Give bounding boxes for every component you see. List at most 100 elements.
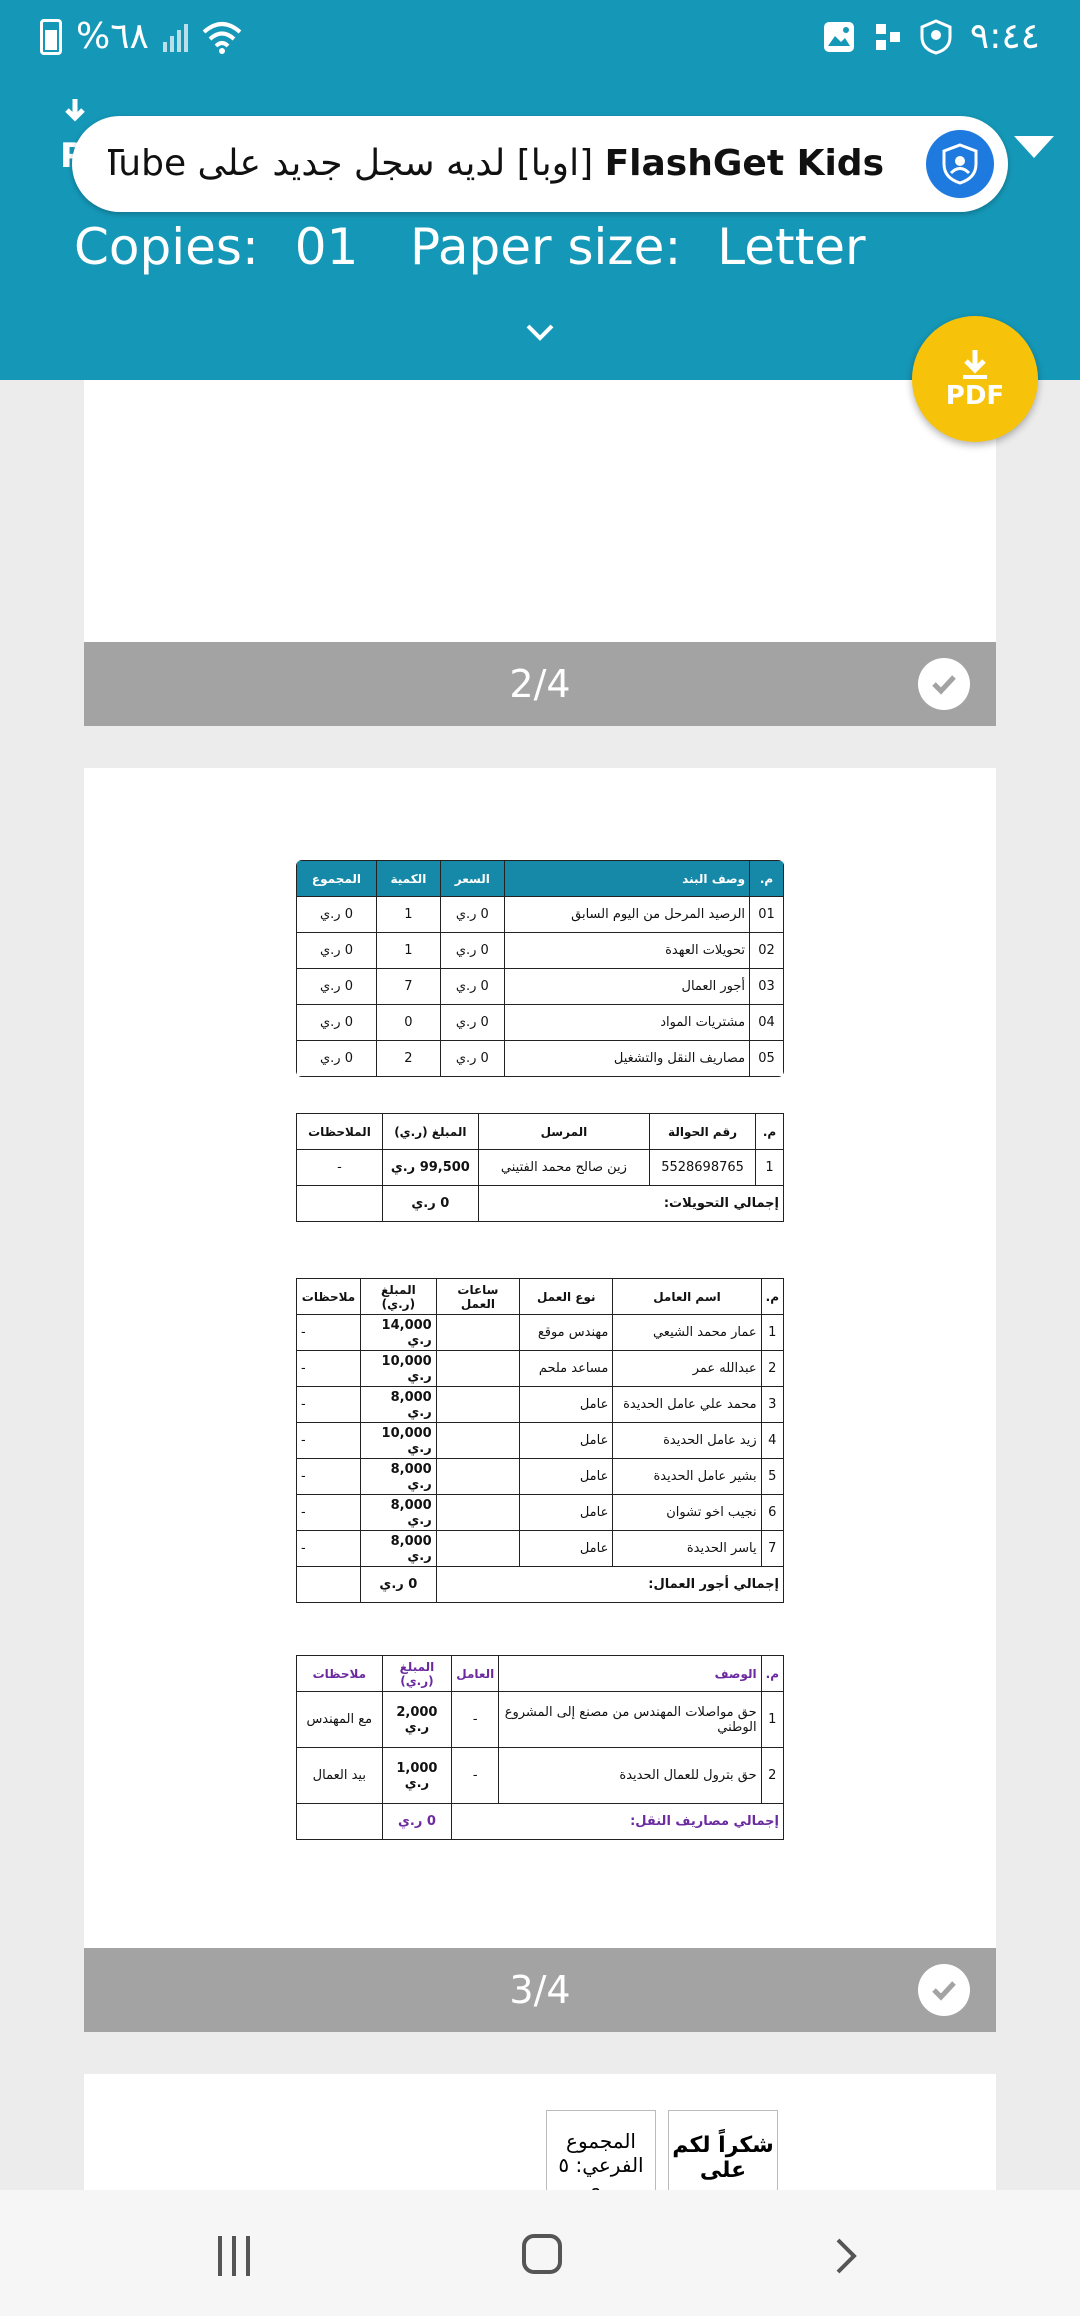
table-cell: عامل [519,1422,614,1459]
checkmark-icon[interactable] [918,1964,970,2016]
table-cell: 10,000 ر.ي [360,1422,437,1459]
table-row: 01 الرصيد المرحل من اليوم السابق 0 ر.ي 1 0 ر… [296,896,784,933]
checkmark-icon[interactable] [918,658,970,710]
page-preview-2[interactable] [84,380,996,642]
page-number-2: 2/4 [509,662,571,706]
table-row: 03 أجور العمال 0 ر.ي 7 0 ر.ي [296,968,784,1005]
table-cell: 8,000 ر.ي [360,1386,437,1423]
table-cell: 5 [760,1458,785,1495]
table-header: م. [749,860,784,897]
chevron-down-icon[interactable] [1014,136,1054,158]
table-cell: نجيب اخو تشوان [612,1494,762,1531]
table-cell: 99,500 ر.ي [381,1149,479,1186]
table-cell: - [451,1747,500,1804]
thanks-box: شكراً لكم على [668,2110,778,2190]
table-cell: 7 [760,1530,785,1567]
download-pdf-button[interactable]: PDF [912,316,1038,442]
table-cell: عامل [519,1386,614,1423]
table-header: م. [760,1655,785,1692]
clock: ٩:٤٤ [969,16,1040,57]
table-cell [435,1530,521,1567]
table-row: 2 عبدالله عمر مساعد ملحم 10,000 ر.ي - [295,1350,785,1387]
table-header: رقم الحوالة [649,1113,757,1150]
table-cell: - [296,1149,383,1186]
expand-options-icon[interactable] [522,314,558,350]
table-cell: - [295,1350,362,1387]
table-row: 1 عمار محمد الشيعي مهندس موقع 14,000 ر.ي - [295,1314,785,1351]
table-header: م. [755,1113,784,1150]
table-cell: 7 [375,968,441,1005]
table-cell [435,1350,521,1387]
status-bar: %٦٨ ٩:٤٤ [0,0,1080,66]
paper-size-label: Paper size: [410,218,682,276]
notification-text: FlashGet Kids [اوبا] لديه سجل جديد على Y… [108,116,884,212]
table-header: وصف البند [503,860,751,897]
workers-table: م. اسم العامل نوع العمل ساعات العمل المب… [295,1278,785,1603]
table-header: المجموع [296,860,377,897]
paper-size-setting[interactable]: Paper size: Letter [410,218,866,276]
subtotal-label: المجموع الفرعي: [566,2129,644,2177]
thanks-text: شكراً لكم على [672,2133,774,2183]
table-cell: 03 [749,968,784,1005]
download-icon [65,99,85,122]
table-header: المبلغ (ر.ي) [381,1655,453,1692]
table-cell: 2 [375,1040,441,1077]
table-cell: مساعد ملحم [519,1350,614,1387]
document-content: م. وصف البند السعر الكمية المجموع 01 الرص… [295,860,785,1840]
table-cell: - [295,1422,362,1459]
pdf-label: PDF [945,381,1005,411]
table-cell: 0 ر.ي [360,1566,437,1603]
copies-value[interactable]: 01 [295,218,359,276]
table-total-row: إجمالي أجور العمال: 0 ر.ي [295,1566,785,1603]
table-cell: مع المهندس [296,1691,383,1748]
back-icon[interactable] [826,2236,866,2276]
table-cell: عامل [519,1494,614,1531]
home-icon[interactable] [522,2234,562,2274]
table-cell: 0 ر.ي [296,932,377,969]
shield-notification-icon [920,18,952,55]
table-cell: مهندس موقع [519,1314,614,1351]
table-cell: 1 [375,896,441,933]
table-cell: إجمالي مصاريف النقل: [451,1803,784,1840]
table-cell: مشتريات المواد [503,1004,751,1041]
table-header: الملاحظات [296,1113,383,1150]
page-preview-4[interactable]: شكراً لكم على المجموع الفرعي: ٥ ر.ي [84,2074,996,2190]
table-cell: - [295,1530,362,1567]
table-cell: 8,000 ر.ي [360,1494,437,1531]
table-row: 02 تحويلات العهدة 0 ر.ي 1 0 ر.ي [296,932,784,969]
table-cell: 14,000 ر.ي [360,1314,437,1351]
notification-message: [اوبا] لديه سجل جديد على YouTube، ... [108,143,594,184]
copies-setting[interactable]: Copies: 01 [74,218,358,276]
table-header: اسم العامل [612,1278,762,1315]
table-cell: 0 ر.ي [296,1004,377,1041]
table-cell [435,1386,521,1423]
table-cell [435,1458,521,1495]
table-row: 1 5528698765 زين صالح محمد الفتيني 99,500 ر… [296,1149,784,1186]
table-cell: 10,000 ر.ي [360,1350,437,1387]
table-cell: 1 [375,932,441,969]
page-bar-3[interactable]: 3/4 [84,1948,996,2032]
table-header: المبلغ (ر.ي) [360,1278,437,1315]
table-cell: حق بترول للعمال الحديدة [498,1747,762,1804]
subtotal-box: المجموع الفرعي: ٥ ر.ي [546,2110,656,2190]
table-cell: عامل [519,1458,614,1495]
table-cell: 0 ر.ي [439,968,505,1005]
table-cell: 1 [755,1149,784,1186]
table-cell: 04 [749,1004,784,1041]
table-cell: 6 [760,1494,785,1531]
page-preview-3[interactable]: م. وصف البند السعر الكمية المجموع 01 الرص… [84,768,996,1948]
table-cell: 0 ر.ي [439,1004,505,1041]
table-cell: 1 [760,1691,785,1748]
table-cell: - [295,1314,362,1351]
table-row: 05 مصاريف النقل والتشغيل 0 ر.ي 2 0 ر.ي [296,1040,784,1077]
battery-icon [40,18,62,55]
table-cell: زيد عامل الحديدة [612,1422,762,1459]
page-bar-2[interactable]: 2/4 [84,642,996,726]
notification-banner[interactable]: FlashGet Kids [اوبا] لديه سجل جديد على Y… [72,116,1008,212]
table-cell: عامل [519,1530,614,1567]
recent-apps-icon[interactable] [218,2236,250,2276]
copies-label: Copies: [74,218,259,276]
table-cell: 01 [749,896,784,933]
table-cell: 8,000 ر.ي [360,1458,437,1495]
paper-size-value[interactable]: Letter [717,218,865,276]
